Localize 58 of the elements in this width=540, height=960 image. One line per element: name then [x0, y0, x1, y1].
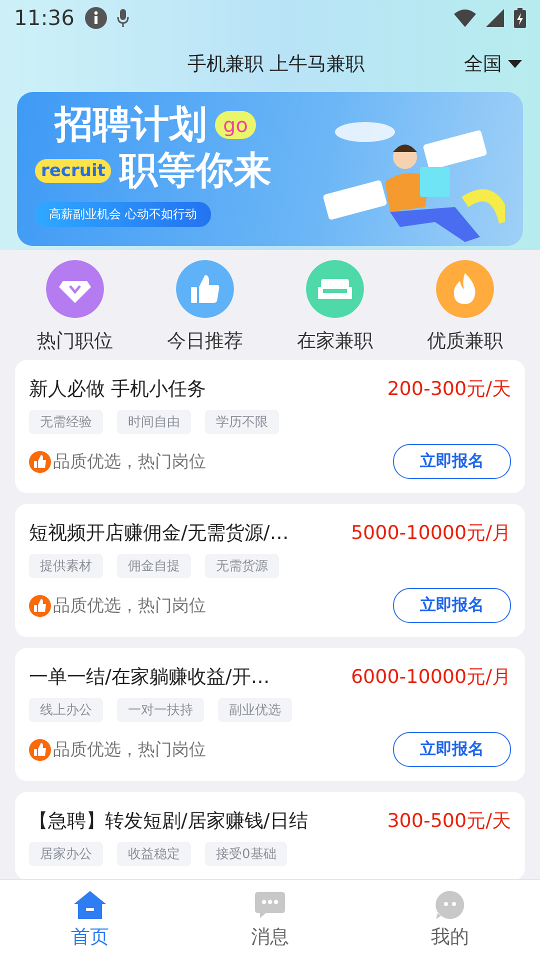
job-title: 新人必做 手机小任务: [29, 377, 208, 402]
category-button[interactable]: 在家兼职: [297, 260, 373, 354]
nav-tab[interactable]: 首页: [0, 880, 180, 960]
job-tag: 无需经验: [29, 410, 103, 434]
job-card[interactable]: 一单一结/在家躺赚收益/开… 6000-10000元/月 线上办公 一对一扶持 副业优选 品质优选，热门岗位 立即报名: [15, 648, 525, 781]
app-title: 手机兼职 上牛马兼职: [186, 52, 366, 77]
signal-icon: [486, 9, 504, 27]
recruit-badge: recruit: [35, 158, 112, 183]
job-tag: 一对一扶持: [117, 698, 204, 722]
job-salary: 300-500元/天: [387, 809, 511, 834]
thumbs-up-icon: [29, 738, 51, 760]
job-salary: 200-300元/天: [387, 377, 511, 402]
job-salary: 6000-10000元/月: [350, 665, 511, 690]
region-selector[interactable]: 全国: [464, 51, 522, 77]
recruitment-banner[interactable]: 招聘计划 go recruit 职等你来 高薪副业机会 心动不如行动: [17, 92, 523, 246]
job-tag: 副业优选: [218, 698, 292, 722]
job-tag: 学历不限: [205, 410, 279, 434]
info-icon: [84, 7, 107, 29]
category-button[interactable]: 热门职位: [37, 260, 113, 354]
go-badge: go: [215, 110, 256, 139]
apply-button[interactable]: 立即报名: [393, 444, 511, 479]
job-title: 一单一结/在家躺赚收益/开…: [29, 665, 271, 690]
category-button[interactable]: 今日推荐: [167, 260, 243, 354]
wifi-icon: [454, 9, 476, 27]
job-tag: 时间自由: [117, 410, 191, 434]
job-card[interactable]: 【急聘】转发短剧/居家赚钱/日结 300-500元/天 居家办公 收益稳定 接受0基础: [15, 792, 525, 879]
apply-button[interactable]: 立即报名: [393, 732, 511, 767]
chat-bubble-icon: [254, 890, 286, 920]
thumbs-up-icon: [29, 450, 51, 472]
job-tag: 线上办公: [29, 698, 103, 722]
category-button[interactable]: 优质兼职: [427, 260, 503, 354]
dropdown-caret-icon: [508, 60, 522, 68]
face-icon: [435, 890, 465, 920]
job-tag: 接受0基础: [205, 842, 288, 866]
job-tag: 佣金自提: [117, 554, 191, 578]
job-card[interactable]: 新人必做 手机小任务 200-300元/天 无需经验 时间自由 学历不限 品质优选，热门岗位 立即报名: [15, 360, 525, 493]
job-tag: 居家办公: [29, 842, 103, 866]
job-highlight: 品质优选，热门岗位: [53, 451, 207, 473]
status-time: 11:36: [14, 6, 75, 30]
job-tag: 提供素材: [29, 554, 103, 578]
job-salary: 5000-10000元/月: [350, 521, 511, 546]
banner-slogan: 高薪副业机会 心动不如行动: [35, 202, 211, 227]
microphone-icon: [116, 9, 129, 27]
battery-icon: [514, 8, 526, 28]
nav-tab[interactable]: 消息: [180, 880, 360, 960]
banner-headline: 职等你来: [119, 150, 272, 192]
job-title: 短视频开店赚佣金/无需货源/…: [29, 521, 290, 546]
job-tag: 无需货源: [205, 554, 279, 578]
job-highlight: 品质优选，热门岗位: [53, 595, 207, 617]
job-highlight: 品质优选，热门岗位: [53, 739, 207, 761]
job-tag: 收益稳定: [117, 842, 191, 866]
home-icon: [73, 890, 107, 920]
job-card[interactable]: 短视频开店赚佣金/无需货源/… 5000-10000元/月 提供素材 佣金自提 无需货源 品质优选，热门岗位 立即报名: [15, 504, 525, 637]
nav-tab[interactable]: 我的: [360, 880, 540, 960]
thumbs-up-icon: [29, 594, 51, 616]
job-title: 【急聘】转发短剧/居家赚钱/日结: [29, 809, 309, 834]
banner-headline: 招聘计划: [55, 104, 207, 146]
apply-button[interactable]: 立即报名: [393, 588, 511, 623]
